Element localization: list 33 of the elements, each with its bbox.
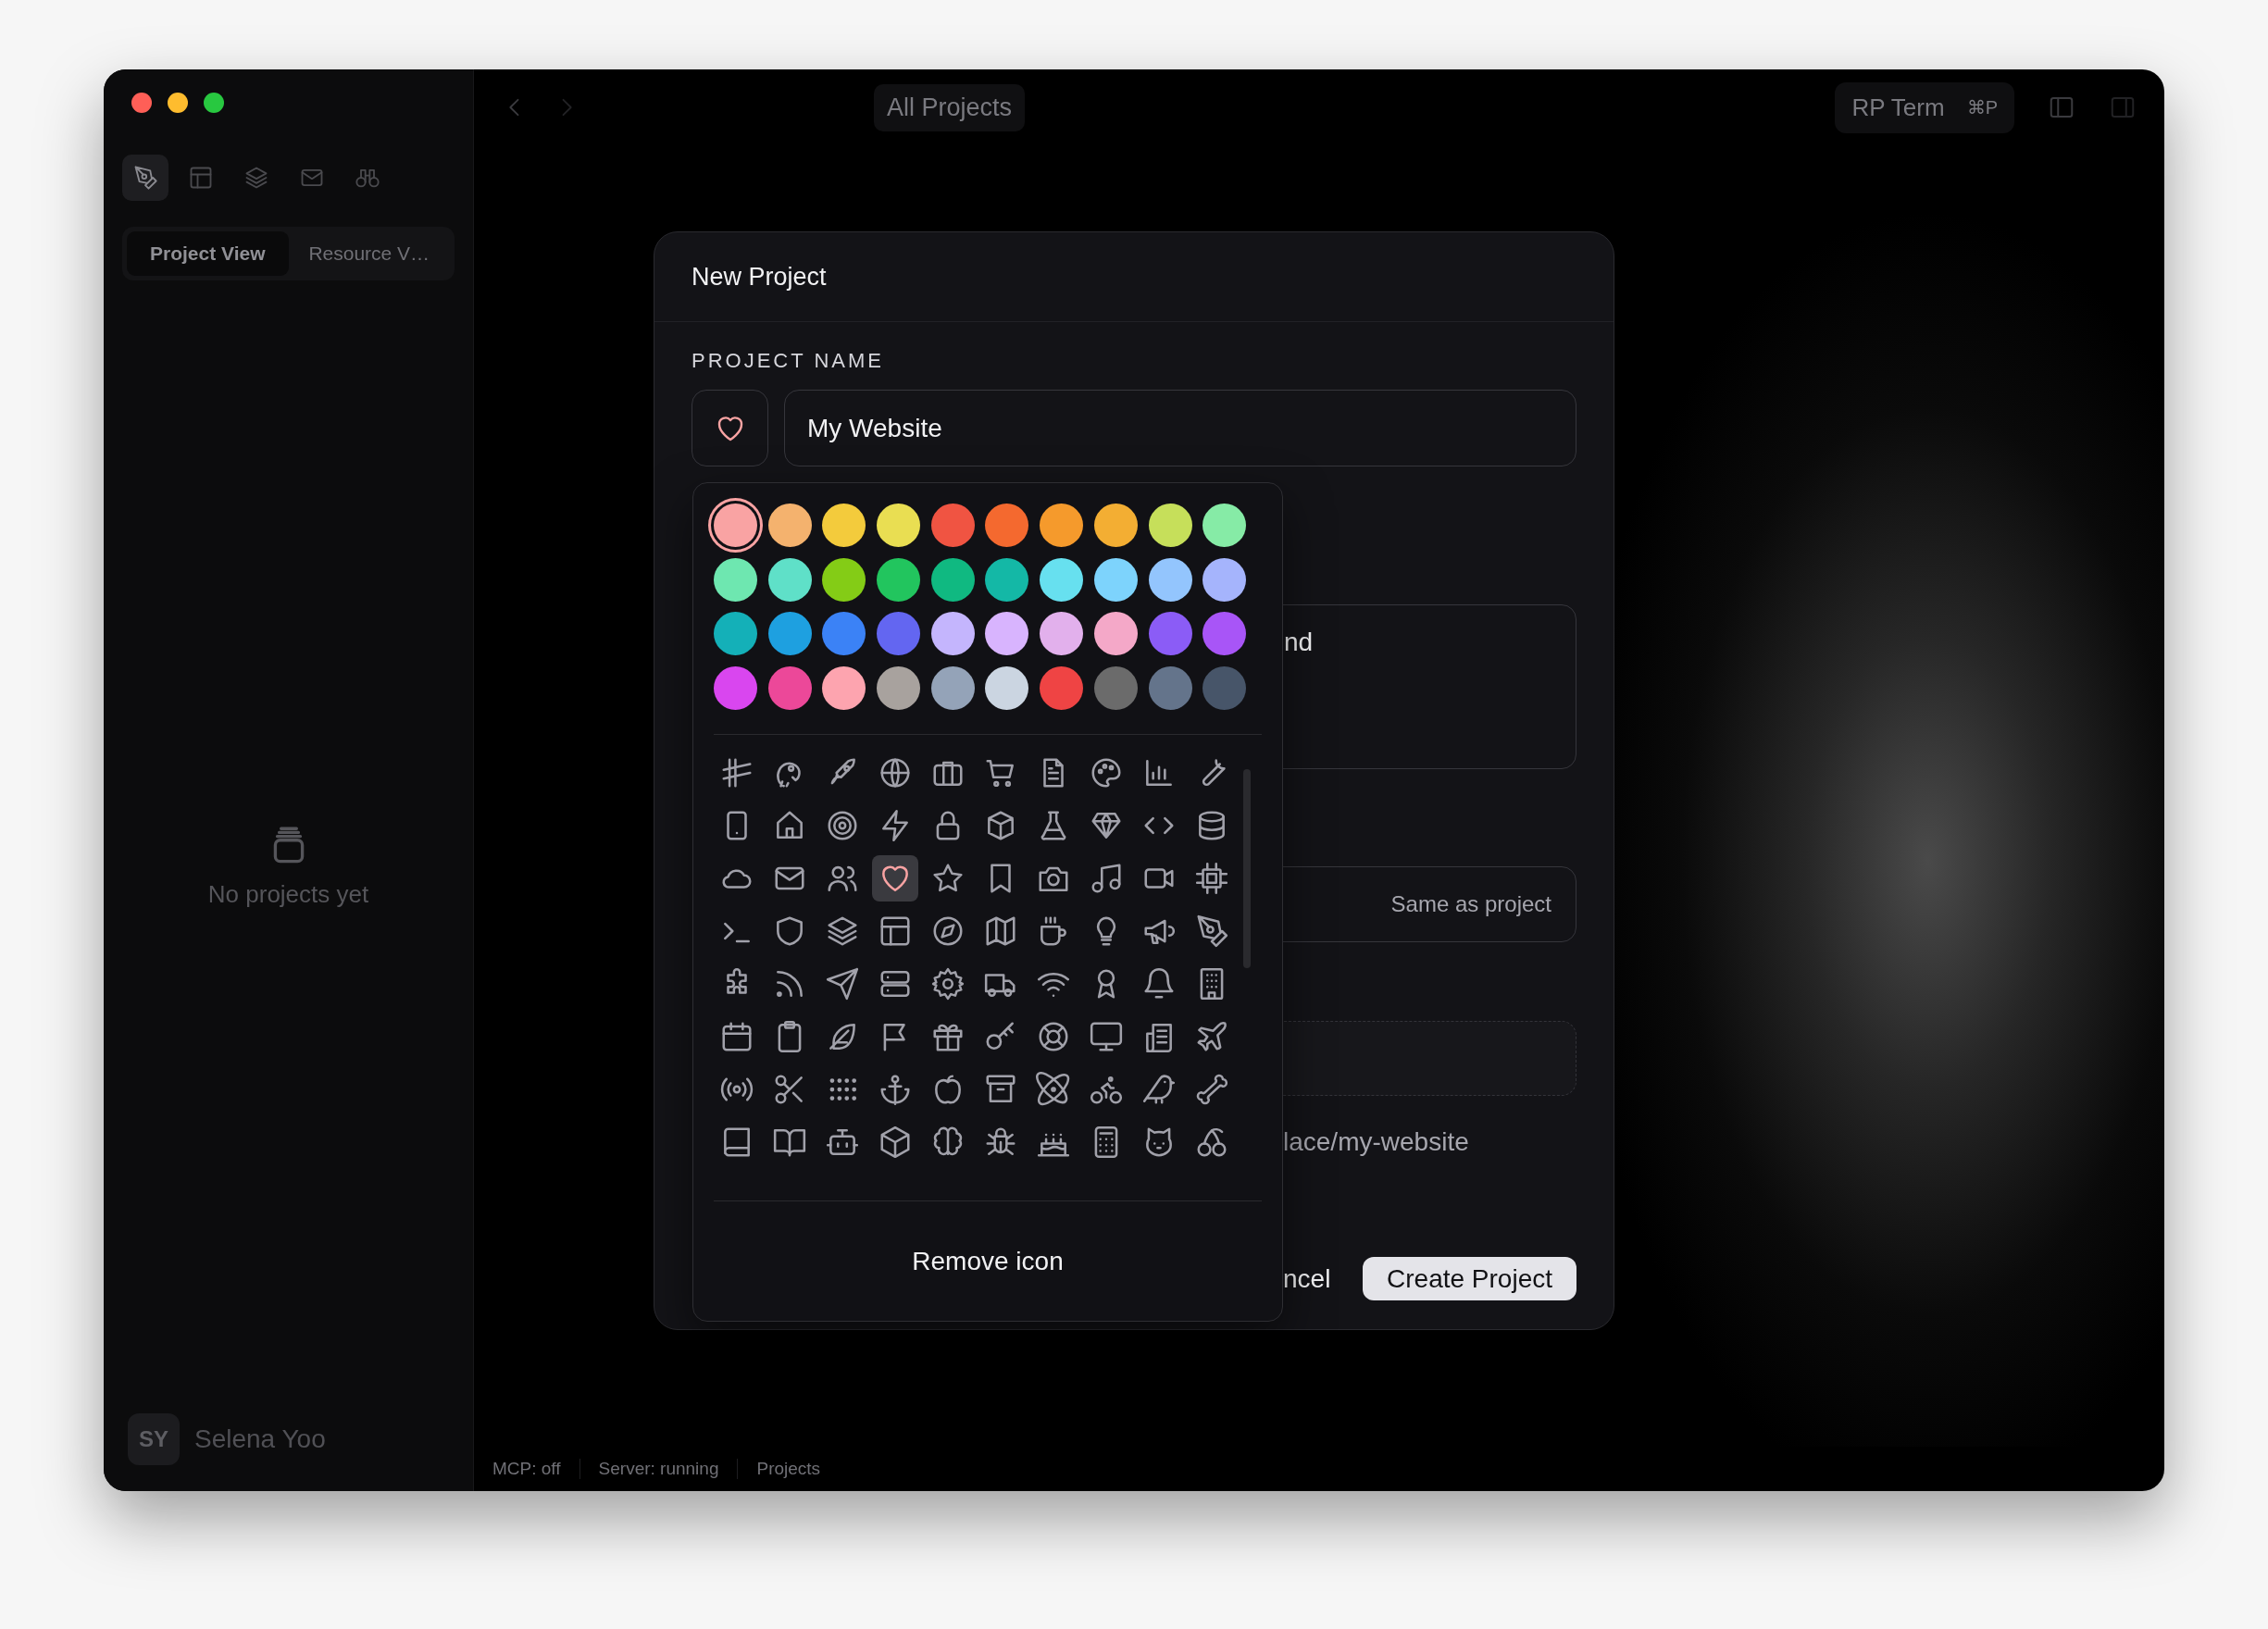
color-swatch[interactable]	[1148, 504, 1192, 547]
close-window-button[interactable]	[131, 93, 152, 113]
color-swatch[interactable]	[822, 504, 866, 547]
color-swatch[interactable]	[767, 504, 812, 547]
minimize-window-button[interactable]	[168, 93, 188, 113]
color-swatch[interactable]	[714, 666, 757, 711]
view-tab[interactable]: Resource V…	[288, 231, 450, 276]
empty-message: No projects yet	[207, 879, 369, 909]
field-label: PROJECT NAME	[692, 348, 885, 374]
terminal-button[interactable]: RP Term ⌘P	[1835, 81, 2014, 133]
pen-icon[interactable]	[122, 155, 168, 201]
name-input[interactable]: My Website	[784, 390, 1576, 466]
icon-picker-button[interactable]	[692, 390, 768, 466]
status-item: Server: running	[579, 1459, 719, 1479]
color-swatch[interactable]	[930, 504, 975, 547]
color-swatch[interactable]	[1093, 504, 1138, 547]
color-swatch[interactable]	[714, 612, 757, 656]
color-swatch[interactable]	[1040, 504, 1084, 547]
user-name: Selena Yoo	[194, 1424, 326, 1454]
create-project-button[interactable]: Create Project	[1363, 1257, 1576, 1300]
scrollbar[interactable]	[1243, 769, 1251, 969]
page-title: All Projects	[874, 83, 1026, 131]
color-swatch[interactable]	[985, 504, 1029, 547]
color-swatch[interactable]	[930, 557, 975, 602]
view-tab[interactable]: Project View	[127, 231, 289, 276]
status-item: MCP: off	[492, 1459, 561, 1479]
color-swatch[interactable]	[877, 504, 921, 547]
color-swatch[interactable]	[1203, 504, 1247, 547]
color-swatch[interactable]	[714, 557, 757, 602]
path-text: lace/my-website	[1282, 1126, 1470, 1158]
status-item: Projects	[737, 1459, 821, 1479]
zoom-window-button[interactable]	[204, 93, 224, 113]
dialog-title: New Project	[692, 262, 827, 292]
